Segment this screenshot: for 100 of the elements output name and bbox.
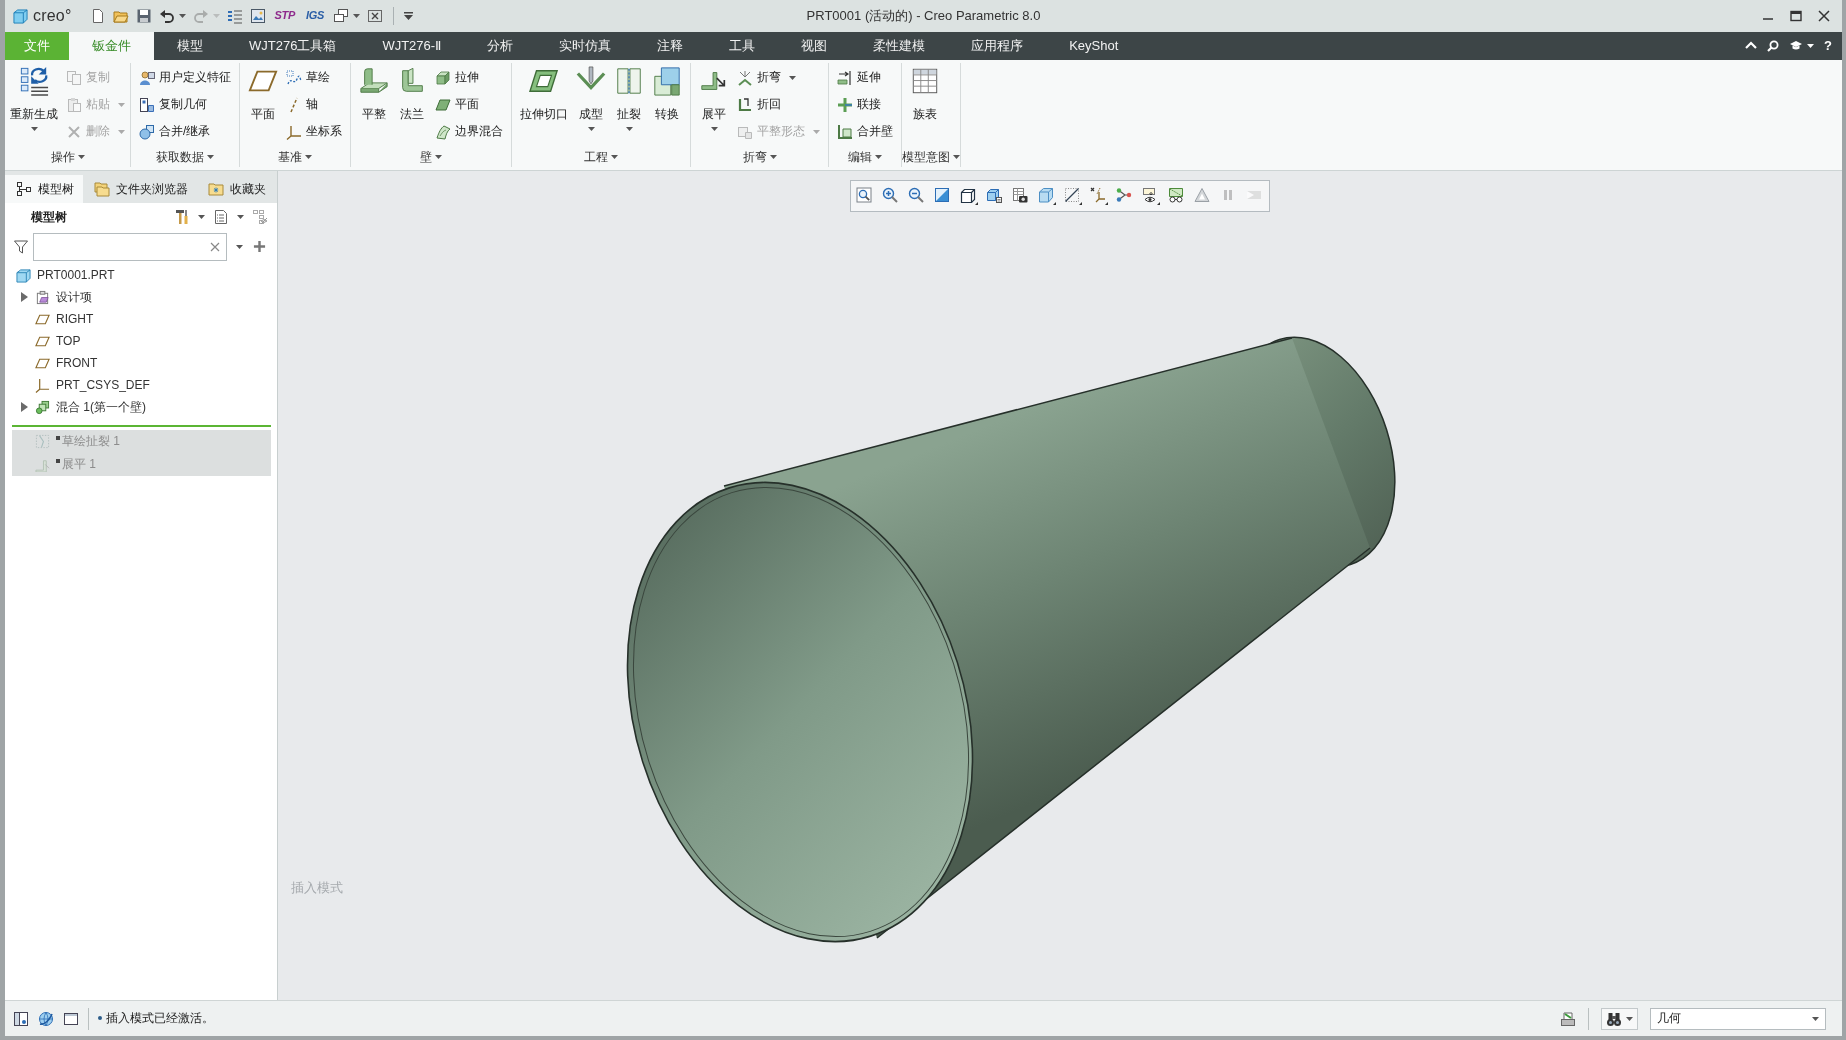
ribbon-button[interactable]: 联接 bbox=[835, 91, 895, 118]
tree-item[interactable]: PRT_CSYS_DEF bbox=[5, 374, 277, 396]
tree-item[interactable]: 混合 1(第一个壁) bbox=[5, 396, 277, 418]
ribbon-button[interactable]: 合并/继承 bbox=[137, 118, 233, 145]
ribbon-tab[interactable]: 柔性建模 bbox=[850, 32, 949, 60]
ribbon-button[interactable]: 边界混合 bbox=[433, 118, 505, 145]
printer-icon[interactable] bbox=[1560, 1010, 1576, 1027]
zoom-out-icon[interactable] bbox=[908, 187, 926, 205]
ribbon-tab[interactable]: WJT276工具箱 bbox=[226, 32, 360, 60]
customize-menu-icon[interactable] bbox=[404, 12, 414, 20]
hatched-plane-icon[interactable] bbox=[1064, 187, 1082, 205]
caret-icon[interactable] bbox=[236, 244, 243, 249]
ribbon-button[interactable]: 平面 bbox=[433, 91, 505, 118]
ribbon-button[interactable]: 拉伸 bbox=[433, 64, 505, 91]
glasses-icon[interactable] bbox=[1168, 187, 1186, 205]
ribbon-button[interactable]: 延伸 bbox=[835, 64, 895, 91]
panel-toggle-icon[interactable] bbox=[13, 1010, 29, 1027]
ribbon-button[interactable]: 合并壁 bbox=[835, 118, 895, 145]
ribbon-button[interactable]: 拉伸切口 bbox=[516, 63, 572, 122]
tree-item[interactable]: PRT0001.PRT bbox=[5, 264, 277, 286]
cube-list-icon[interactable] bbox=[986, 187, 1004, 205]
caret-icon bbox=[77, 155, 85, 160]
ribbon-button[interactable]: 轴 bbox=[284, 91, 344, 118]
merge-icon bbox=[139, 123, 155, 140]
tree-item[interactable]: RIGHT bbox=[5, 308, 277, 330]
node-link-icon[interactable] bbox=[1116, 187, 1134, 205]
ribbon-button[interactable]: 展平 bbox=[695, 63, 733, 132]
group-menu-button[interactable]: 模型意图 bbox=[902, 147, 960, 167]
panel-tab[interactable]: 文件夹浏览器 bbox=[83, 175, 197, 203]
maximize-icon[interactable] bbox=[1790, 10, 1802, 22]
group-menu-button[interactable]: 壁 bbox=[351, 147, 511, 167]
ribbon-button[interactable]: 法兰 bbox=[393, 63, 431, 122]
search-field[interactable] bbox=[33, 232, 227, 261]
ribbon-button[interactable]: 用户定义特征 bbox=[137, 64, 233, 91]
ribbon-tab[interactable]: 实时仿真 bbox=[536, 32, 635, 60]
help-button[interactable]: ? bbox=[1824, 38, 1832, 54]
ribbon-button[interactable]: 折回 bbox=[735, 91, 822, 118]
zoom-in-icon[interactable] bbox=[882, 187, 900, 205]
ribbon-button[interactable]: 扯裂 bbox=[610, 63, 648, 132]
tree-columns-icon[interactable] bbox=[252, 209, 268, 225]
group-menu-button[interactable]: 工程 bbox=[512, 147, 690, 167]
tree-item[interactable]: TOP bbox=[5, 330, 277, 352]
ribbon-button[interactable]: 重新生成 bbox=[6, 63, 62, 132]
close-icon[interactable] bbox=[1818, 10, 1830, 22]
filter-icon[interactable] bbox=[13, 238, 29, 255]
tree-item[interactable]: 设计项 bbox=[5, 286, 277, 308]
ribbon-button[interactable]: 坐标系 bbox=[284, 118, 344, 145]
plus-icon[interactable] bbox=[253, 240, 266, 253]
group-menu-button[interactable]: 基准 bbox=[240, 147, 350, 167]
ribbon-button[interactable]: 平面 bbox=[244, 63, 282, 122]
triangle-icon[interactable] bbox=[1194, 187, 1212, 205]
globe-icon[interactable] bbox=[38, 1010, 54, 1027]
expand-arrow-icon[interactable] bbox=[21, 292, 28, 302]
repaint-icon[interactable] bbox=[934, 187, 952, 205]
ribbon-tab[interactable]: 钣金件 bbox=[69, 32, 154, 60]
cube-icon[interactable] bbox=[960, 187, 978, 205]
ribbon-button[interactable]: 平整 bbox=[355, 63, 393, 122]
datum-axes-icon[interactable] bbox=[1090, 187, 1108, 205]
find-button[interactable] bbox=[1601, 1007, 1638, 1030]
export-format-button[interactable]: IGS bbox=[304, 9, 327, 23]
save-icon[interactable] bbox=[135, 8, 152, 24]
ribbon-tab[interactable]: 注释 bbox=[634, 32, 707, 60]
group-menu-button[interactable]: 获取数据 bbox=[131, 147, 239, 167]
export-format-button[interactable]: STP bbox=[272, 9, 298, 23]
ribbon-button[interactable]: 复制几何 bbox=[137, 91, 233, 118]
eye-panel-icon[interactable] bbox=[1142, 187, 1160, 205]
ribbon-tab[interactable]: 分析 bbox=[464, 32, 537, 60]
tree-item[interactable]: FRONT bbox=[5, 352, 277, 374]
close-window-icon[interactable] bbox=[367, 8, 384, 24]
undo-button[interactable] bbox=[158, 8, 186, 24]
search-icon[interactable] bbox=[1767, 40, 1780, 52]
ribbon-tab[interactable]: 工具 bbox=[706, 32, 779, 60]
windows-button[interactable] bbox=[333, 8, 361, 24]
ribbon-tab[interactable]: 模型 bbox=[154, 32, 226, 60]
ribbon-tab[interactable]: 应用程序 bbox=[948, 32, 1047, 60]
ribbon-button[interactable]: 族表 bbox=[906, 63, 944, 122]
expand-arrow-icon[interactable] bbox=[21, 402, 28, 412]
picture-frame-icon[interactable] bbox=[249, 8, 266, 24]
zoom-fit-icon[interactable] bbox=[856, 187, 874, 205]
panel-tab[interactable]: 收藏夹 bbox=[197, 175, 275, 203]
tools-button[interactable] bbox=[174, 209, 205, 225]
bend-icon bbox=[737, 69, 753, 86]
list-settings-button[interactable] bbox=[213, 209, 244, 225]
window-icon[interactable] bbox=[63, 1010, 79, 1027]
group-menu-button[interactable]: 编辑 bbox=[829, 147, 901, 167]
group-menu-button[interactable]: 操作 bbox=[5, 147, 130, 167]
group-menu-button[interactable]: 折弯 bbox=[691, 147, 828, 167]
ribbon-button[interactable]: 成型 bbox=[572, 63, 610, 132]
ribbon-button[interactable]: 折弯 bbox=[735, 64, 822, 91]
ribbon-button[interactable]: 转换 bbox=[648, 63, 686, 122]
selection-filter-dropdown[interactable]: 几何 bbox=[1650, 1007, 1826, 1030]
ribbon-tab[interactable]: WJT276-Ⅱ bbox=[359, 32, 465, 60]
panel-tab[interactable]: 模型树 bbox=[5, 175, 83, 203]
ribbon-button[interactable]: 草绘 bbox=[284, 64, 344, 91]
ribbon-tab[interactable]: 视图 bbox=[778, 32, 851, 60]
table-camera-icon[interactable] bbox=[1012, 187, 1030, 205]
clear-icon[interactable] bbox=[210, 241, 220, 252]
ribbon-tab[interactable]: KeyShot bbox=[1046, 32, 1142, 60]
shaded-box-icon[interactable] bbox=[1038, 187, 1056, 205]
list-arrows-icon[interactable] bbox=[226, 8, 243, 24]
